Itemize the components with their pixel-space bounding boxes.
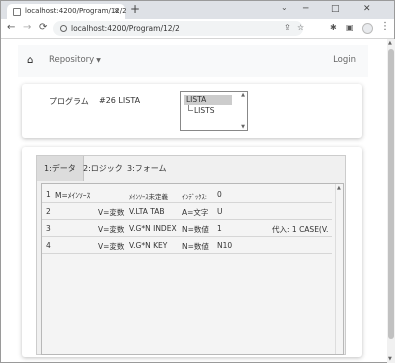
reload-icon[interactable]: ⟳ <box>39 22 47 34</box>
cell-type: ｲﾝﾃﾞｯｸｽ: <box>182 193 207 201</box>
cell-size: 1 <box>217 224 222 233</box>
cell-size: N10 <box>217 241 233 250</box>
extensions-icon[interactable]: ✱ <box>330 23 337 32</box>
favicon-icon <box>13 8 21 16</box>
address-bar[interactable]: localhost:4200/Program/12/2 <box>53 21 303 36</box>
tab-close-icon[interactable]: × <box>113 6 120 15</box>
side-panel-icon[interactable]: ▣ <box>346 23 354 32</box>
url-text: localhost:4200/Program/12/2 <box>71 24 180 33</box>
cell-name: ﾒｲﾝｿｰｽ未定義 <box>129 193 168 201</box>
profile-avatar[interactable] <box>362 23 373 34</box>
program-card: プログラム #26 LISTA LISTA LISTS ▲ ▼ <box>22 84 362 138</box>
minimize-icon[interactable]: ─ <box>303 4 308 14</box>
cell-type: N=数値 <box>182 225 209 234</box>
scroll-up-icon[interactable]: ▲ <box>388 40 392 46</box>
bookmark-star-icon[interactable]: ☆ <box>297 23 304 32</box>
browser-tab[interactable]: localhost:4200/Program/12/2 × <box>7 4 127 19</box>
cell-name: V.G*N INDEX <box>129 224 177 233</box>
cell-name: V.LTA TAB <box>129 207 165 216</box>
tab-title: localhost:4200/Program/12/2 <box>25 7 127 15</box>
cell-no: 1 <box>46 190 51 199</box>
tree-scroll-up-icon[interactable]: ▲ <box>241 92 245 98</box>
caret-down-icon: ▼ <box>96 57 101 64</box>
cell-no: 2 <box>46 207 51 216</box>
cell-no: 4 <box>46 241 51 250</box>
share-icon[interactable]: ⇪ <box>284 23 291 32</box>
table-row[interactable]: 1 M=ﾒｲﾝｿｰｽ ﾒｲﾝｿｰｽ未定義 ｲﾝﾃﾞｯｸｽ: 0 <box>42 186 332 203</box>
detail-card: 1:データ 2:ロジック 3:フォーム 1 M=ﾒｲﾝｿｰｽ ﾒｲﾝｿｰｽ未定義… <box>22 147 362 357</box>
home-icon[interactable]: ⌂ <box>27 55 33 66</box>
app-navbar: ⌂ Repository ▼ Login <box>18 45 368 77</box>
browser-menu-icon[interactable]: ⋮ <box>380 21 390 32</box>
tab-strip: localhost:4200/Program/12/2 × + ⌄ ─ □ ✕ <box>1 1 394 19</box>
back-icon[interactable]: ← <box>7 22 15 34</box>
new-tab-button[interactable]: + <box>130 3 140 15</box>
cell-kind: V=変数 <box>98 225 125 234</box>
cell-no: 3 <box>46 224 51 233</box>
program-tree[interactable]: LISTA LISTS ▲ ▼ <box>180 91 248 131</box>
table-row[interactable]: 3 V=変数 V.G*N INDEX N=数値 1 代入: 1 CASE(V. <box>42 220 332 237</box>
forward-icon[interactable]: → <box>23 22 31 34</box>
cell-size: 0 <box>217 190 222 199</box>
tab-search-icon[interactable]: ⌄ <box>281 3 288 12</box>
repository-dropdown[interactable]: Repository ▼ <box>49 55 101 65</box>
tree-item-lists[interactable]: LISTS <box>194 106 215 115</box>
program-value: #26 LISTA <box>99 96 141 105</box>
site-info-icon[interactable] <box>60 25 67 32</box>
table-scrollbar[interactable]: ▲ <box>335 184 343 354</box>
cell-extra: 代入: 1 CASE(V. <box>272 225 329 234</box>
scroll-down-icon[interactable]: ▼ <box>388 356 392 362</box>
tab-panel: 1:データ 2:ロジック 3:フォーム 1 M=ﾒｲﾝｿｰｽ ﾒｲﾝｿｰｽ未定義… <box>36 155 346 355</box>
cell-kind: V=変数 <box>98 208 125 217</box>
tree-branch-line <box>188 105 193 111</box>
cell-kind: V=変数 <box>98 242 125 251</box>
cell-type: N=数値 <box>182 242 209 251</box>
program-label: プログラム <box>49 97 89 106</box>
cell-kind: M=ﾒｲﾝｿｰｽ <box>55 191 91 200</box>
tree-item-lista[interactable]: LISTA <box>184 95 232 105</box>
cell-name: V.G*N KEY <box>129 241 168 250</box>
table-scroll-up-icon[interactable]: ▲ <box>337 185 341 191</box>
scrollbar-thumb[interactable] <box>388 49 394 339</box>
page-scrollbar[interactable]: ▲ ▼ <box>387 39 395 363</box>
maximize-icon[interactable]: □ <box>331 4 340 14</box>
browser-window: localhost:4200/Program/12/2 × + ⌄ ─ □ ✕ … <box>0 0 395 363</box>
browser-toolbar: ← → ⟳ localhost:4200/Program/12/2 ⇪ ☆ ✱ … <box>1 19 394 39</box>
login-link[interactable]: Login <box>333 55 356 65</box>
data-table[interactable]: 1 M=ﾒｲﾝｿｰｽ ﾒｲﾝｿｰｽ未定義 ｲﾝﾃﾞｯｸｽ: 0 2 V=変数 V… <box>41 183 344 355</box>
cell-type: A=文字 <box>182 208 209 217</box>
repository-label: Repository <box>49 55 95 65</box>
table-row[interactable]: 4 V=変数 V.G*N KEY N=数値 N10 <box>42 237 332 254</box>
table-row[interactable]: 2 V=変数 V.LTA TAB A=文字 U <box>42 203 332 220</box>
cell-size: U <box>217 207 223 216</box>
close-window-icon[interactable]: ✕ <box>363 4 371 14</box>
tab-form[interactable]: 3:フォーム <box>120 156 174 181</box>
tree-scroll-down-icon[interactable]: ▼ <box>241 124 245 130</box>
